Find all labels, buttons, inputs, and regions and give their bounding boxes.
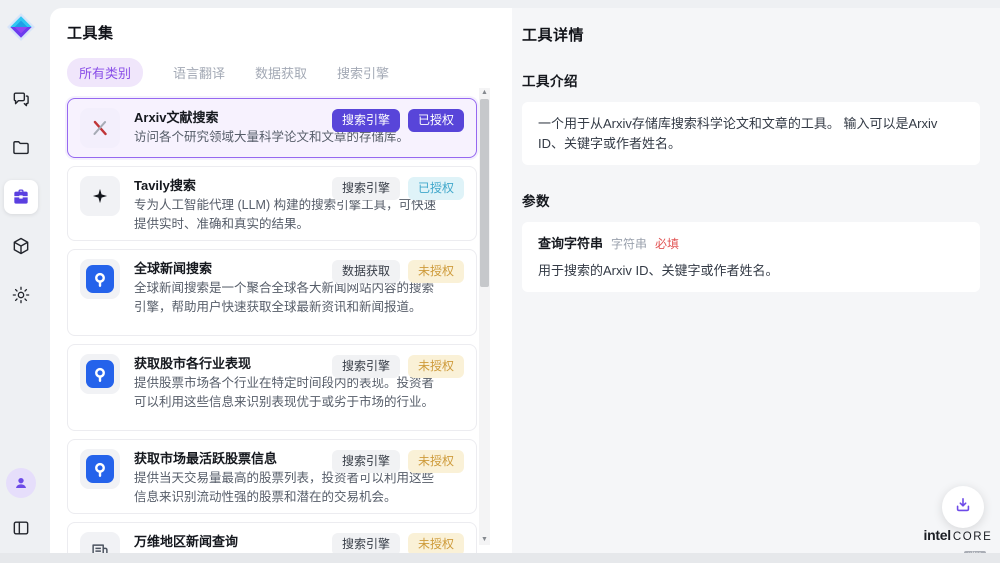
folder-icon[interactable] [4, 131, 38, 165]
auth-status-badge: 未授权 [408, 533, 464, 553]
scrollbar-thumb[interactable] [480, 99, 489, 287]
param-required-flag: 必填 [655, 235, 679, 253]
scroll-down-icon[interactable]: ▼ [481, 535, 488, 545]
auth-status-badge: 已授权 [408, 109, 464, 132]
auth-status-badge: 未授权 [408, 450, 464, 473]
tab-data-fetch[interactable]: 数据获取 [255, 63, 307, 82]
tab-all-categories[interactable]: 所有类别 [67, 58, 143, 87]
settings-gear-icon[interactable] [4, 278, 38, 312]
intel-core-wordmark: intel CORE [922, 527, 994, 543]
param-header: 查询字符串 字符串 必填 [538, 234, 964, 254]
auth-status-badge: 已授权 [408, 177, 464, 200]
intro-heading: 工具介绍 [522, 70, 980, 90]
download-icon [953, 495, 973, 520]
tool-description: 全球新闻搜索是一个聚合全球各大新闻网站内容的搜索引擎，帮助用户快速获取全球最新资… [134, 279, 446, 319]
auth-status-badge: 未授权 [408, 355, 464, 378]
auth-status-badge: 未授权 [408, 260, 464, 283]
badges: 搜索引擎 未授权 [332, 355, 464, 378]
juhe-search-icon [80, 449, 120, 489]
detail-title: 工具详情 [522, 24, 980, 45]
category-badge: 搜索引擎 [332, 109, 400, 132]
param-card: 查询字符串 字符串 必填 用于搜索的Arxiv ID、关键字或作者姓名。 [522, 222, 980, 292]
sidebar-nav [4, 82, 38, 312]
intro-card: 一个用于从Arxiv存储库搜索科学论文和文章的工具。 输入可以是Arxiv ID… [522, 102, 980, 165]
layout-columns-icon[interactable] [4, 511, 38, 545]
tool-description: 专为人工智能代理 (LLM) 构建的搜索引擎工具，可快速提供实时、准确和真实的结… [134, 196, 446, 236]
four-point-star-icon [80, 176, 120, 216]
tab-language-translation[interactable]: 语言翻译 [173, 63, 225, 82]
badges: 搜索引擎 未授权 [332, 450, 464, 473]
badges: 数据获取 未授权 [332, 260, 464, 283]
tool-description: 提供当天交易量最高的股票列表，投资者可以利用这些信息来识别流动性强的股票和潜在的… [134, 469, 446, 509]
newspaper-icon [80, 532, 120, 553]
param-type: 字符串 [611, 235, 647, 253]
tool-list-panel: 工具集 所有类别 语言翻译 数据获取 搜索引擎 Arxiv文献搜索 访问各个研究… [50, 8, 512, 553]
tool-item-regional-news[interactable]: 万维地区新闻查询 查询具体行政区划内的新闻，快速了解各地新闻动 搜索引擎 未授权 [67, 522, 477, 553]
sidebar [0, 0, 42, 563]
tool-item-global-news[interactable]: 全球新闻搜索 全球新闻搜索是一个聚合全球各大新闻网站内容的搜索引擎，帮助用户快速… [67, 249, 477, 336]
tool-detail-panel: 工具详情 工具介绍 一个用于从Arxiv存储库搜索科学论文和文章的工具。 输入可… [512, 8, 1000, 553]
param-name: 查询字符串 [538, 234, 603, 254]
user-avatar-icon[interactable] [6, 468, 36, 498]
tab-search-engine[interactable]: 搜索引擎 [337, 63, 389, 82]
tool-item-tavily[interactable]: Tavily搜索 专为人工智能代理 (LLM) 构建的搜索引擎工具，可快速提供实… [67, 166, 477, 241]
arxiv-x-icon [80, 108, 120, 148]
core-text: CORE [953, 531, 993, 543]
params-heading: 参数 [522, 190, 980, 210]
tool-item-stock-sectors[interactable]: 获取股市各行业表现 提供股票市场各个行业在特定时间段内的表现。投资者可以利用这些… [67, 344, 477, 431]
juhe-search-icon [80, 259, 120, 299]
tool-description: 提供股票市场各个行业在特定时间段内的表现。投资者可以利用这些信息来识别表现优于或… [134, 374, 446, 414]
toolbox-icon[interactable] [4, 180, 38, 214]
category-tabs: 所有类别 语言翻译 数据获取 搜索引擎 [67, 60, 512, 85]
tool-list: Arxiv文献搜索 访问各个研究领域大量科学论文和文章的存储库。 搜索引擎 已授… [67, 98, 477, 553]
param-description: 用于搜索的Arxiv ID、关键字或作者姓名。 [538, 261, 964, 281]
tool-item-arxiv[interactable]: Arxiv文献搜索 访问各个研究领域大量科学论文和文章的存储库。 搜索引擎 已授… [67, 98, 477, 158]
badges: 搜索引擎 未授权 [332, 533, 464, 553]
panel-title: 工具集 [67, 22, 512, 43]
tool-item-active-stocks[interactable]: 获取市场最活跃股票信息 提供当天交易量最高的股票列表，投资者可以利用这些信息来识… [67, 439, 477, 514]
category-badge: 数据获取 [332, 260, 400, 283]
scroll-up-icon[interactable]: ▲ [481, 88, 488, 98]
intel-text: intel [924, 527, 951, 543]
bottom-strip [0, 553, 1000, 563]
chat-icon[interactable] [4, 82, 38, 116]
category-badge: 搜索引擎 [332, 533, 400, 553]
download-button[interactable] [942, 486, 984, 528]
category-badge: 搜索引擎 [332, 450, 400, 473]
category-badge: 搜索引擎 [332, 355, 400, 378]
cube-icon[interactable] [4, 229, 38, 263]
badges: 搜索引擎 已授权 [332, 109, 464, 132]
app-logo-diamond-icon [6, 12, 36, 42]
sidebar-bottom [0, 468, 42, 545]
juhe-search-icon [80, 354, 120, 394]
category-badge: 搜索引擎 [332, 177, 400, 200]
list-scrollbar[interactable]: ▲ ▼ [479, 88, 490, 545]
intro-text: 一个用于从Arxiv存储库搜索科学论文和文章的工具。 输入可以是Arxiv ID… [538, 116, 937, 151]
badges: 搜索引擎 已授权 [332, 177, 464, 200]
